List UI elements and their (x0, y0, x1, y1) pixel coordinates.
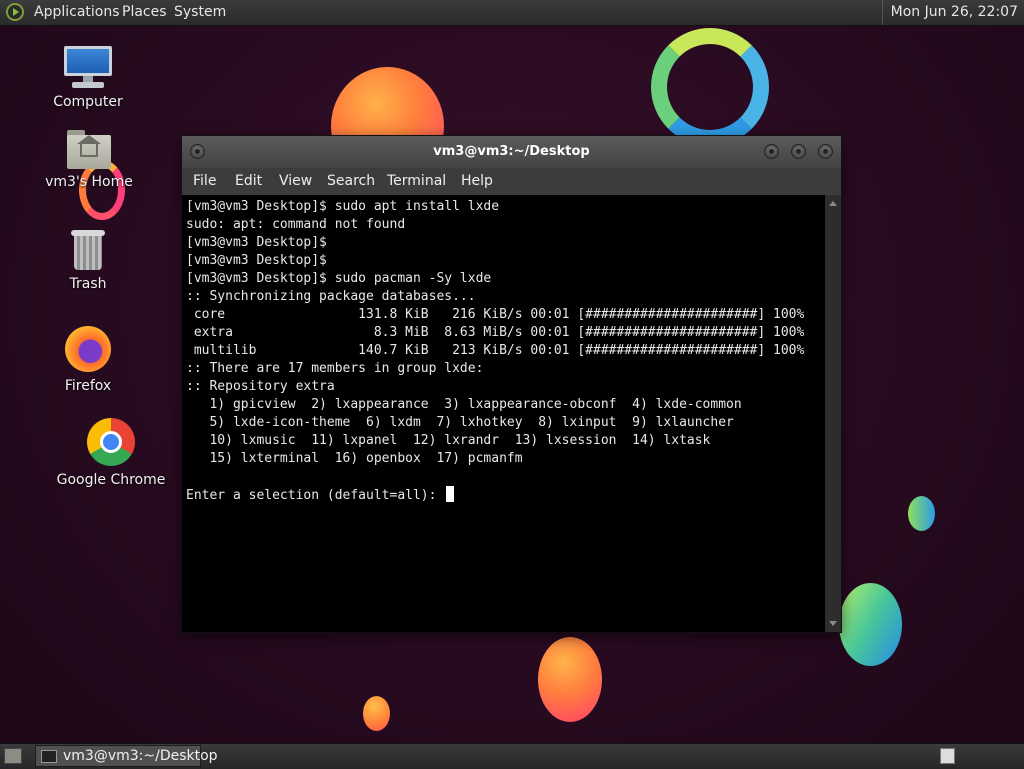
menu-search[interactable]: Search (327, 173, 375, 189)
chrome-icon (87, 418, 135, 466)
terminal-line: [vm3@vm3 Desktop]$ (186, 253, 327, 268)
desktop-icon-label: Computer (53, 94, 123, 110)
window-titlebar[interactable]: vm3@vm3:~/Desktop (182, 136, 841, 168)
terminal-line: 10) lxmusic 11) lxpanel 12) lxrandr 13) … (186, 433, 711, 448)
desktop-icon-firefox[interactable]: Firefox (48, 326, 128, 394)
terminal-line: :: There are 17 members in group lxde: (186, 361, 484, 376)
desktop-icon-home[interactable]: vm3's Home (44, 130, 134, 190)
computer-icon (64, 46, 112, 90)
top-panel: Applications Places System Mon Jun 26, 2… (0, 0, 1024, 26)
menu-system[interactable]: System (174, 4, 226, 20)
terminal-line: multilib 140.7 KiB 213 KiB/s 00:01 [####… (186, 343, 805, 358)
terminal-prompt-line[interactable]: Enter a selection (default=all): (186, 486, 825, 505)
desktop-icon-label: Google Chrome (56, 472, 166, 488)
applications-logo-icon[interactable] (6, 3, 24, 21)
wallpaper-orange-oval (538, 637, 602, 722)
terminal-scrollbar[interactable] (825, 195, 841, 632)
terminal-line: 1) gpicview 2) lxappearance 3) lxappeara… (186, 397, 742, 412)
terminal-output[interactable]: [vm3@vm3 Desktop]$ sudo apt install lxde… (182, 195, 825, 632)
terminal-line: [vm3@vm3 Desktop]$ sudo pacman -Sy lxde (186, 271, 492, 286)
menu-view[interactable]: View (279, 173, 312, 189)
scroll-up-arrow-icon[interactable] (829, 201, 837, 206)
terminal-line: [vm3@vm3 Desktop]$ sudo apt install lxde (186, 199, 500, 214)
desktop-icon-label: Trash (69, 276, 107, 292)
terminal-line: 15) lxterminal 16) openbox 17) pcmanfm (186, 451, 523, 466)
desktop-icon-trash[interactable]: Trash (48, 230, 128, 292)
home-folder-icon (67, 130, 111, 170)
terminal-line: :: Repository extra (186, 379, 335, 394)
trash-icon (71, 230, 105, 272)
scroll-down-arrow-icon[interactable] (829, 621, 837, 626)
wallpaper-blue-green-circle (839, 583, 902, 666)
terminal-line: core 131.8 KiB 216 KiB/s 00:01 [########… (186, 307, 805, 322)
desktop-icon-label: Firefox (64, 378, 112, 394)
firefox-icon (65, 326, 111, 372)
wallpaper-small-blue-circle (908, 496, 935, 531)
desktop-icon-chrome[interactable]: Google Chrome (56, 418, 166, 488)
terminal-window[interactable]: vm3@vm3:~/Desktop File Edit View Search … (182, 136, 841, 632)
desktop-icon-computer[interactable]: Computer (48, 46, 128, 110)
terminal-line: sudo: apt: command not found (186, 217, 406, 232)
wallpaper-ring (651, 28, 769, 146)
terminal-line: 5) lxde-icon-theme 6) lxdm 7) lxhotkey 8… (186, 415, 734, 430)
terminal-line: extra 8.3 MiB 8.63 MiB/s 00:01 [########… (186, 325, 805, 340)
workspace-switcher[interactable] (940, 748, 955, 764)
show-desktop-icon[interactable] (4, 748, 22, 764)
taskbar-button-terminal[interactable]: vm3@vm3:~/Desktop (35, 745, 218, 767)
terminal-line: :: Synchronizing package databases... (186, 289, 476, 304)
menu-places[interactable]: Places (122, 4, 167, 20)
terminal-icon (41, 750, 57, 763)
taskbar-button-label: vm3@vm3:~/Desktop (63, 748, 218, 764)
maximize-icon[interactable] (791, 144, 806, 159)
menu-applications[interactable]: Applications (34, 4, 120, 20)
terminal-line: [vm3@vm3 Desktop]$ (186, 235, 327, 250)
clock[interactable]: Mon Jun 26, 22:07 (881, 0, 1024, 25)
text-cursor (446, 486, 455, 502)
desktop-icon-label: vm3's Home (45, 174, 133, 190)
wallpaper-tiny-orange-oval (363, 696, 390, 731)
menu-help[interactable]: Help (461, 173, 493, 189)
bottom-panel: vm3@vm3:~/Desktop (0, 743, 1024, 769)
minimize-icon[interactable] (764, 144, 779, 159)
menu-terminal[interactable]: Terminal (387, 173, 446, 189)
window-title: vm3@vm3:~/Desktop (433, 144, 590, 159)
close-icon[interactable] (818, 144, 833, 159)
menu-file[interactable]: File (193, 173, 216, 189)
window-menubar: File Edit View Search Terminal Help (182, 168, 841, 195)
menu-edit[interactable]: Edit (235, 173, 262, 189)
selection-prompt: Enter a selection (default=all): (186, 488, 445, 503)
